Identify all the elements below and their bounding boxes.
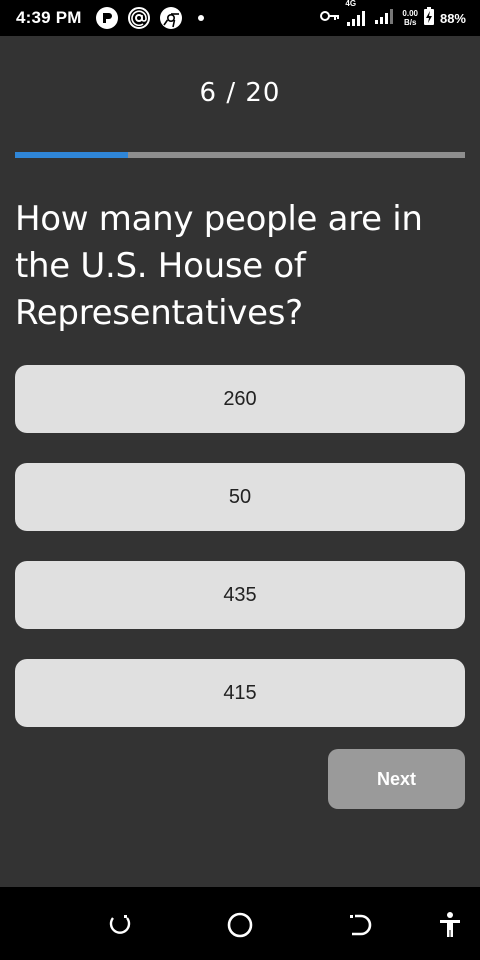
notification-dot-icon bbox=[197, 15, 204, 21]
at-sign-icon bbox=[127, 7, 150, 29]
network-type: 4G bbox=[345, 0, 357, 8]
battery-percent: 88% bbox=[439, 10, 466, 26]
data-speed-unit: B/s bbox=[403, 18, 417, 27]
vpn-key-icon bbox=[320, 9, 340, 27]
data-speed: 0.00 B/s bbox=[402, 9, 418, 27]
answer-option-3[interactable]: 435 bbox=[15, 561, 465, 629]
answer-option-label: 435 bbox=[223, 583, 257, 606]
signal-icon: 4G bbox=[345, 0, 368, 27]
answer-option-label: 260 bbox=[223, 387, 257, 410]
answer-option-4[interactable]: 415 bbox=[15, 659, 465, 727]
status-time: 4:39 PM bbox=[16, 8, 82, 27]
battery-charging-icon bbox=[423, 6, 434, 30]
next-button-label: Next bbox=[376, 768, 416, 789]
next-button[interactable]: Next bbox=[328, 749, 465, 809]
answer-option-1[interactable]: 260 bbox=[15, 365, 465, 433]
answer-option-label: 50 bbox=[228, 485, 252, 508]
answer-list: 260 50 435 415 bbox=[15, 365, 465, 757]
notification-icons bbox=[95, 7, 204, 29]
back-icon[interactable] bbox=[342, 907, 378, 943]
data-speed-value: 0.00 bbox=[402, 9, 418, 18]
status-bar: 4:39 PM 4G 0.00 B/s 88% bbox=[0, 0, 480, 36]
answer-option-label: 415 bbox=[223, 681, 257, 704]
progress-bar-fill bbox=[15, 152, 128, 158]
answer-option-2[interactable]: 50 bbox=[15, 463, 465, 531]
signal-icon-2 bbox=[374, 7, 396, 30]
system-icons: 4G 0.00 B/s 88% bbox=[320, 0, 466, 30]
app-r-icon bbox=[95, 7, 118, 29]
navigation-bar bbox=[0, 887, 480, 960]
chrome-icon bbox=[159, 7, 182, 29]
question-counter: 6 / 20 bbox=[199, 78, 281, 108]
progress-bar bbox=[15, 152, 465, 158]
accessibility-icon[interactable] bbox=[432, 907, 468, 943]
home-icon[interactable] bbox=[222, 907, 258, 943]
recent-apps-icon[interactable] bbox=[102, 907, 138, 943]
question-text: How many people are in the U.S. House of… bbox=[15, 199, 423, 333]
